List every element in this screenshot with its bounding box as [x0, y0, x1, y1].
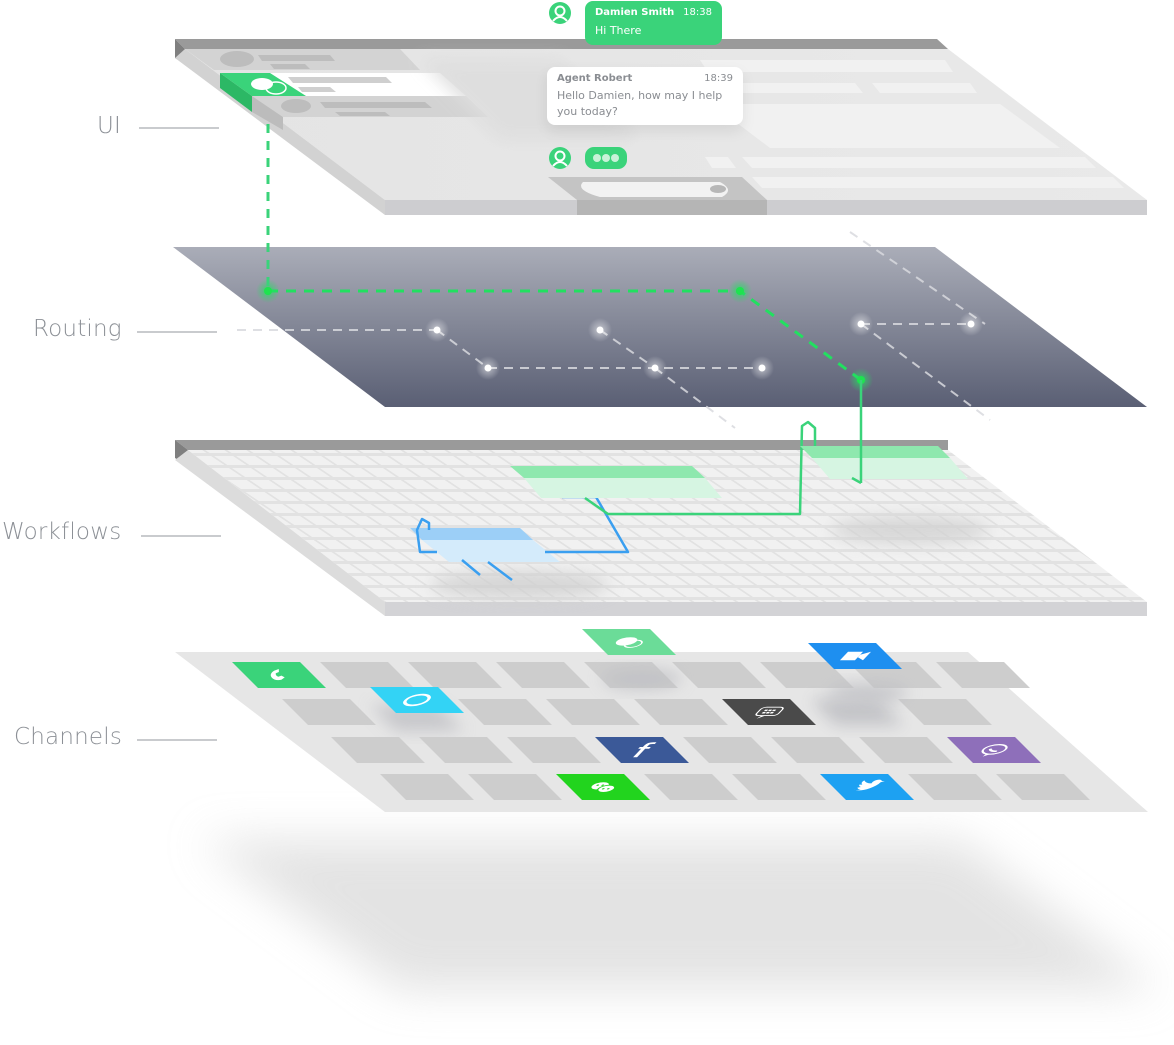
channel-tile-shadow	[602, 669, 682, 689]
customer-name: Damien Smith	[595, 7, 675, 18]
agent-message-time: 18:39	[704, 73, 733, 84]
agent-message-line-1: Hello Damien, how may I help	[557, 89, 723, 102]
customer-message-bubble: Damien Smith 18:38 Hi There	[585, 1, 722, 45]
channels-layer	[175, 629, 1148, 812]
typing-dot	[611, 154, 619, 162]
customer-message-time: 18:38	[683, 7, 712, 18]
layer-label-ui: UI	[97, 113, 122, 139]
channel-tile-sms[interactable]	[582, 629, 676, 655]
layer-label-routing: Routing	[33, 316, 122, 342]
agent-message-line-2: you today?	[557, 105, 618, 118]
workflows-layer	[175, 420, 1147, 616]
typing-indicator	[585, 147, 627, 169]
typing-dot	[593, 154, 601, 162]
routing-node	[425, 318, 449, 342]
routing-node	[959, 312, 983, 336]
layer-label-workflows: Workflows	[2, 519, 122, 545]
routing-node	[643, 356, 667, 380]
agent-name: Agent Robert	[557, 73, 633, 84]
typing-dot	[602, 154, 610, 162]
label-leader-line	[137, 331, 217, 333]
layer-label-channels: Channels	[14, 724, 123, 750]
ground-shadow	[200, 840, 1160, 990]
label-leader-line	[139, 127, 219, 129]
agent-message-bubble: Agent Robert 18:39 Hello Damien, how may…	[547, 67, 743, 125]
typing-user-avatar	[549, 147, 571, 169]
user-icon	[552, 5, 568, 22]
routing-node	[588, 318, 612, 342]
routing-node	[750, 356, 774, 380]
active-routing-node	[728, 279, 752, 303]
routing-node	[476, 356, 500, 380]
customer-message-text: Hi There	[595, 24, 642, 37]
user-icon	[552, 150, 568, 167]
label-leader-line	[141, 535, 221, 537]
channel-tile-shadow	[828, 683, 908, 703]
customer-avatar	[549, 2, 571, 24]
routing-node	[849, 312, 873, 336]
label-leader-line	[137, 739, 217, 741]
